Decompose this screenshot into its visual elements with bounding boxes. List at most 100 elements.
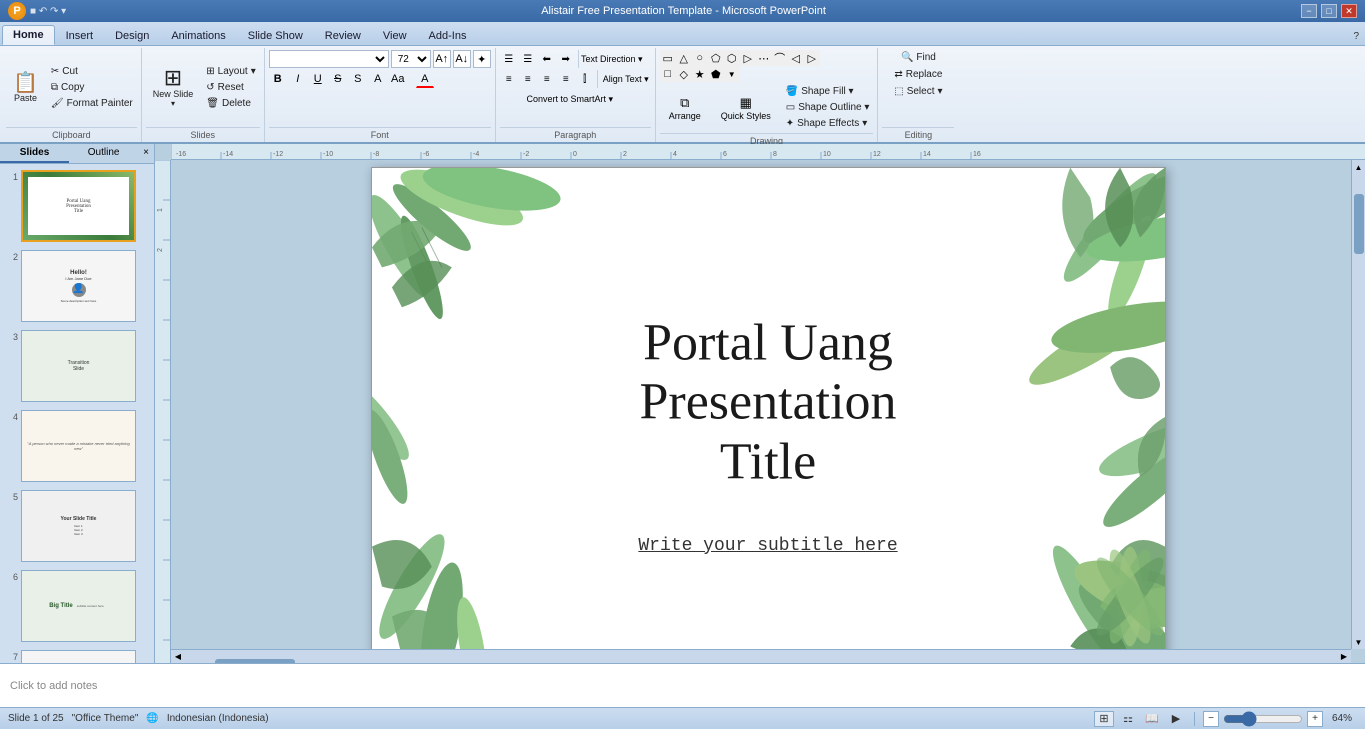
- office-logo[interactable]: P: [8, 2, 26, 20]
- font-name-select[interactable]: [269, 50, 389, 68]
- copy-button[interactable]: ⧉ Copy: [47, 80, 137, 95]
- close-btn[interactable]: ✕: [1341, 4, 1357, 18]
- underline-button[interactable]: U: [309, 70, 327, 88]
- change-case-button[interactable]: Aa: [389, 70, 407, 88]
- numbering-button[interactable]: ☰: [519, 50, 537, 68]
- slide-thumb-item-2[interactable]: 2 Hello! I Am Jane Doe 👤 Some descriptio…: [4, 248, 150, 324]
- replace-button[interactable]: ⇄ Replace: [890, 67, 946, 82]
- shape-btn-circle[interactable]: ○: [692, 50, 708, 66]
- arrange-button[interactable]: ⧉ Arrange: [660, 91, 710, 125]
- shape-btn-sq[interactable]: □: [660, 66, 676, 82]
- delete-button[interactable]: 🗑 Delete: [202, 96, 259, 111]
- tab-animations[interactable]: Animations: [160, 26, 236, 45]
- cut-button[interactable]: ✂ Cut: [47, 64, 137, 79]
- slide-main-title[interactable]: Portal Uang Presentation Title: [530, 313, 1006, 492]
- scroll-up-btn[interactable]: ▲: [1352, 160, 1365, 174]
- vertical-scrollbar[interactable]: ▲ ▼: [1351, 160, 1365, 649]
- slide-thumb-item-5[interactable]: 5 Your Slide Title Item 1Item 2Item 3: [4, 488, 150, 564]
- shape-btn-more[interactable]: ▼: [724, 66, 740, 82]
- decrease-font-button[interactable]: A↓: [453, 50, 471, 68]
- shadow-button[interactable]: S: [349, 70, 367, 88]
- center-button[interactable]: ≡: [519, 70, 537, 88]
- slideshow-view-btn[interactable]: ▶: [1166, 711, 1186, 727]
- scroll-right-btn[interactable]: ▶: [1337, 650, 1351, 664]
- slide-thumb-item-3[interactable]: 3 TransitionSlide: [4, 328, 150, 404]
- scroll-track-v[interactable]: [1352, 174, 1365, 635]
- scroll-thumb-v[interactable]: [1354, 194, 1364, 254]
- justify-button[interactable]: ≡: [557, 70, 575, 88]
- shape-btn-tri[interactable]: △: [676, 50, 692, 66]
- tab-outline[interactable]: Outline: [69, 144, 138, 163]
- normal-view-btn[interactable]: ⊞: [1094, 711, 1114, 727]
- increase-font-button[interactable]: A↑: [433, 50, 451, 68]
- shape-btn-penta[interactable]: ⬠: [708, 50, 724, 66]
- shape-btn-rect[interactable]: ▭: [660, 50, 676, 66]
- bold-button[interactable]: B: [269, 70, 287, 88]
- scroll-down-btn[interactable]: ▼: [1352, 635, 1365, 649]
- slide-thumb-item-1[interactable]: 1 Portal UangPresentationTitle: [4, 168, 150, 244]
- shape-outline-button[interactable]: ▭ Shape Outline ▾: [782, 100, 874, 115]
- reset-button[interactable]: ↺ Reset: [202, 80, 259, 95]
- tab-review[interactable]: Review: [314, 26, 372, 45]
- reading-view-btn[interactable]: 📖: [1142, 711, 1162, 727]
- notes-area[interactable]: Click to add notes: [0, 663, 1365, 707]
- shape-btn-line[interactable]: ⋯: [756, 50, 772, 66]
- zoom-slider[interactable]: [1223, 715, 1303, 723]
- decrease-indent-button[interactable]: ⬅: [538, 50, 556, 68]
- char-spacing-button[interactable]: A: [369, 70, 387, 88]
- slide-canvas-area[interactable]: Portal Uang Presentation Title Write you…: [171, 160, 1365, 663]
- slide-canvas[interactable]: Portal Uang Presentation Title Write you…: [371, 167, 1166, 657]
- slide-thumb-item-7[interactable]: 7 Content is type skeleton: [4, 648, 150, 663]
- shape-btn-star[interactable]: ★: [692, 66, 708, 82]
- font-color-button[interactable]: A: [416, 70, 434, 88]
- align-text-button[interactable]: Align Text ▾: [601, 70, 651, 88]
- help-btn[interactable]: ?: [1347, 28, 1365, 45]
- slide-subtitle[interactable]: Write your subtitle here: [638, 536, 897, 556]
- scroll-thumb-h[interactable]: [215, 659, 295, 664]
- shape-btn-arc[interactable]: ⌒: [772, 50, 788, 66]
- tab-insert[interactable]: Insert: [55, 26, 105, 45]
- strikethrough-button[interactable]: S: [329, 70, 347, 88]
- text-direction-button[interactable]: Text Direction ▾: [582, 50, 642, 68]
- shape-btn-arrow[interactable]: ▷: [740, 50, 756, 66]
- close-panel-btn[interactable]: ×: [138, 144, 154, 163]
- select-button[interactable]: ⬚ Select ▾: [890, 84, 946, 99]
- columns-button[interactable]: ⫿: [576, 70, 594, 88]
- layout-button[interactable]: ⊞ Layout ▾: [202, 64, 259, 79]
- shape-btn-rarrow[interactable]: ▷: [804, 50, 820, 66]
- quick-styles-button[interactable]: ▦ Quick Styles: [714, 91, 778, 125]
- tab-slideshow[interactable]: Slide Show: [237, 26, 314, 45]
- tab-home[interactable]: Home: [2, 25, 55, 45]
- increase-indent-button[interactable]: ➡: [557, 50, 575, 68]
- zoom-out-btn[interactable]: −: [1203, 711, 1219, 727]
- shape-effects-button[interactable]: ✦ Shape Effects ▾: [782, 116, 874, 131]
- scroll-left-btn[interactable]: ◀: [171, 650, 185, 664]
- minimize-btn[interactable]: −: [1301, 4, 1317, 18]
- smartart-button[interactable]: Convert to SmartArt ▾: [500, 90, 640, 108]
- shape-fill-button[interactable]: 🪣 Shape Fill ▾: [782, 84, 874, 99]
- shape-btn-hex[interactable]: ⬡: [724, 50, 740, 66]
- font-size-select[interactable]: 72: [391, 50, 431, 68]
- align-left-button[interactable]: ≡: [500, 70, 518, 88]
- bullets-button[interactable]: ☰: [500, 50, 518, 68]
- slide-thumb-item-4[interactable]: 4 "A person who never made a mistake nev…: [4, 408, 150, 484]
- find-button[interactable]: 🔍 Find: [897, 50, 940, 65]
- zoom-in-btn[interactable]: +: [1307, 711, 1323, 727]
- clear-format-button[interactable]: ✦: [473, 50, 491, 68]
- shape-btn-poly[interactable]: ⬟: [708, 66, 724, 82]
- slide-sorter-btn[interactable]: ⚏: [1118, 711, 1138, 727]
- tab-view[interactable]: View: [372, 26, 418, 45]
- tab-design[interactable]: Design: [104, 26, 160, 45]
- shape-btn-larrow[interactable]: ◁: [788, 50, 804, 66]
- italic-button[interactable]: I: [289, 70, 307, 88]
- align-right-button[interactable]: ≡: [538, 70, 556, 88]
- horizontal-scrollbar[interactable]: ◀ ▶: [171, 649, 1351, 663]
- tab-addins[interactable]: Add-Ins: [418, 26, 478, 45]
- maximize-btn[interactable]: □: [1321, 4, 1337, 18]
- format-painter-button[interactable]: 🖌 Format Painter: [47, 96, 137, 111]
- paste-button[interactable]: 📋 Paste: [6, 58, 45, 118]
- slide-thumb-item-6[interactable]: 6 Big Title subtitle content here: [4, 568, 150, 644]
- shape-btn-dia[interactable]: ◇: [676, 66, 692, 82]
- tab-slides[interactable]: Slides: [0, 144, 69, 163]
- new-slide-button[interactable]: ⊞ New Slide ▾: [146, 58, 201, 118]
